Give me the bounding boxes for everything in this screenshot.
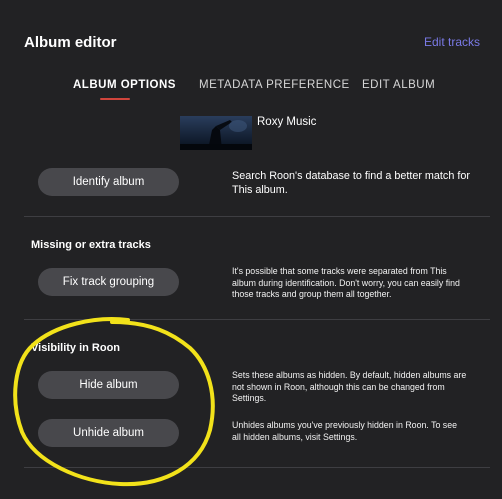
identify-description: Search Roon's database to find a better … <box>232 170 470 196</box>
edit-tracks-link[interactable]: Edit tracks <box>424 35 480 49</box>
fix-grouping-description: It's possible that some tracks were sepa… <box>232 266 460 299</box>
hide-album-description: Sets these albums as hidden. By default,… <box>232 370 467 403</box>
dialog-title: Album editor <box>24 34 117 51</box>
album-artist: Roxy Music <box>257 116 317 128</box>
tab-metadata-preference[interactable]: METADATA PREFERENCE <box>199 79 350 91</box>
divider <box>24 319 490 320</box>
tab-album-options[interactable]: ALBUM OPTIONS <box>73 79 176 91</box>
visibility-heading: Visibility in Roon <box>31 342 121 354</box>
album-cover <box>180 116 252 150</box>
album-cover-art <box>180 116 252 150</box>
divider <box>24 467 490 468</box>
identify-album-button[interactable]: Identify album <box>38 168 179 196</box>
unhide-album-description: Unhides albums you've previously hidden … <box>232 420 457 442</box>
tab-edit-album[interactable]: EDIT ALBUM <box>362 79 435 91</box>
missing-tracks-heading: Missing or extra tracks <box>31 239 151 251</box>
divider <box>24 216 490 217</box>
unhide-album-button[interactable]: Unhide album <box>38 419 179 447</box>
active-tab-indicator <box>100 98 130 100</box>
fix-track-grouping-button[interactable]: Fix track grouping <box>38 268 179 296</box>
hide-album-button[interactable]: Hide album <box>38 371 179 399</box>
